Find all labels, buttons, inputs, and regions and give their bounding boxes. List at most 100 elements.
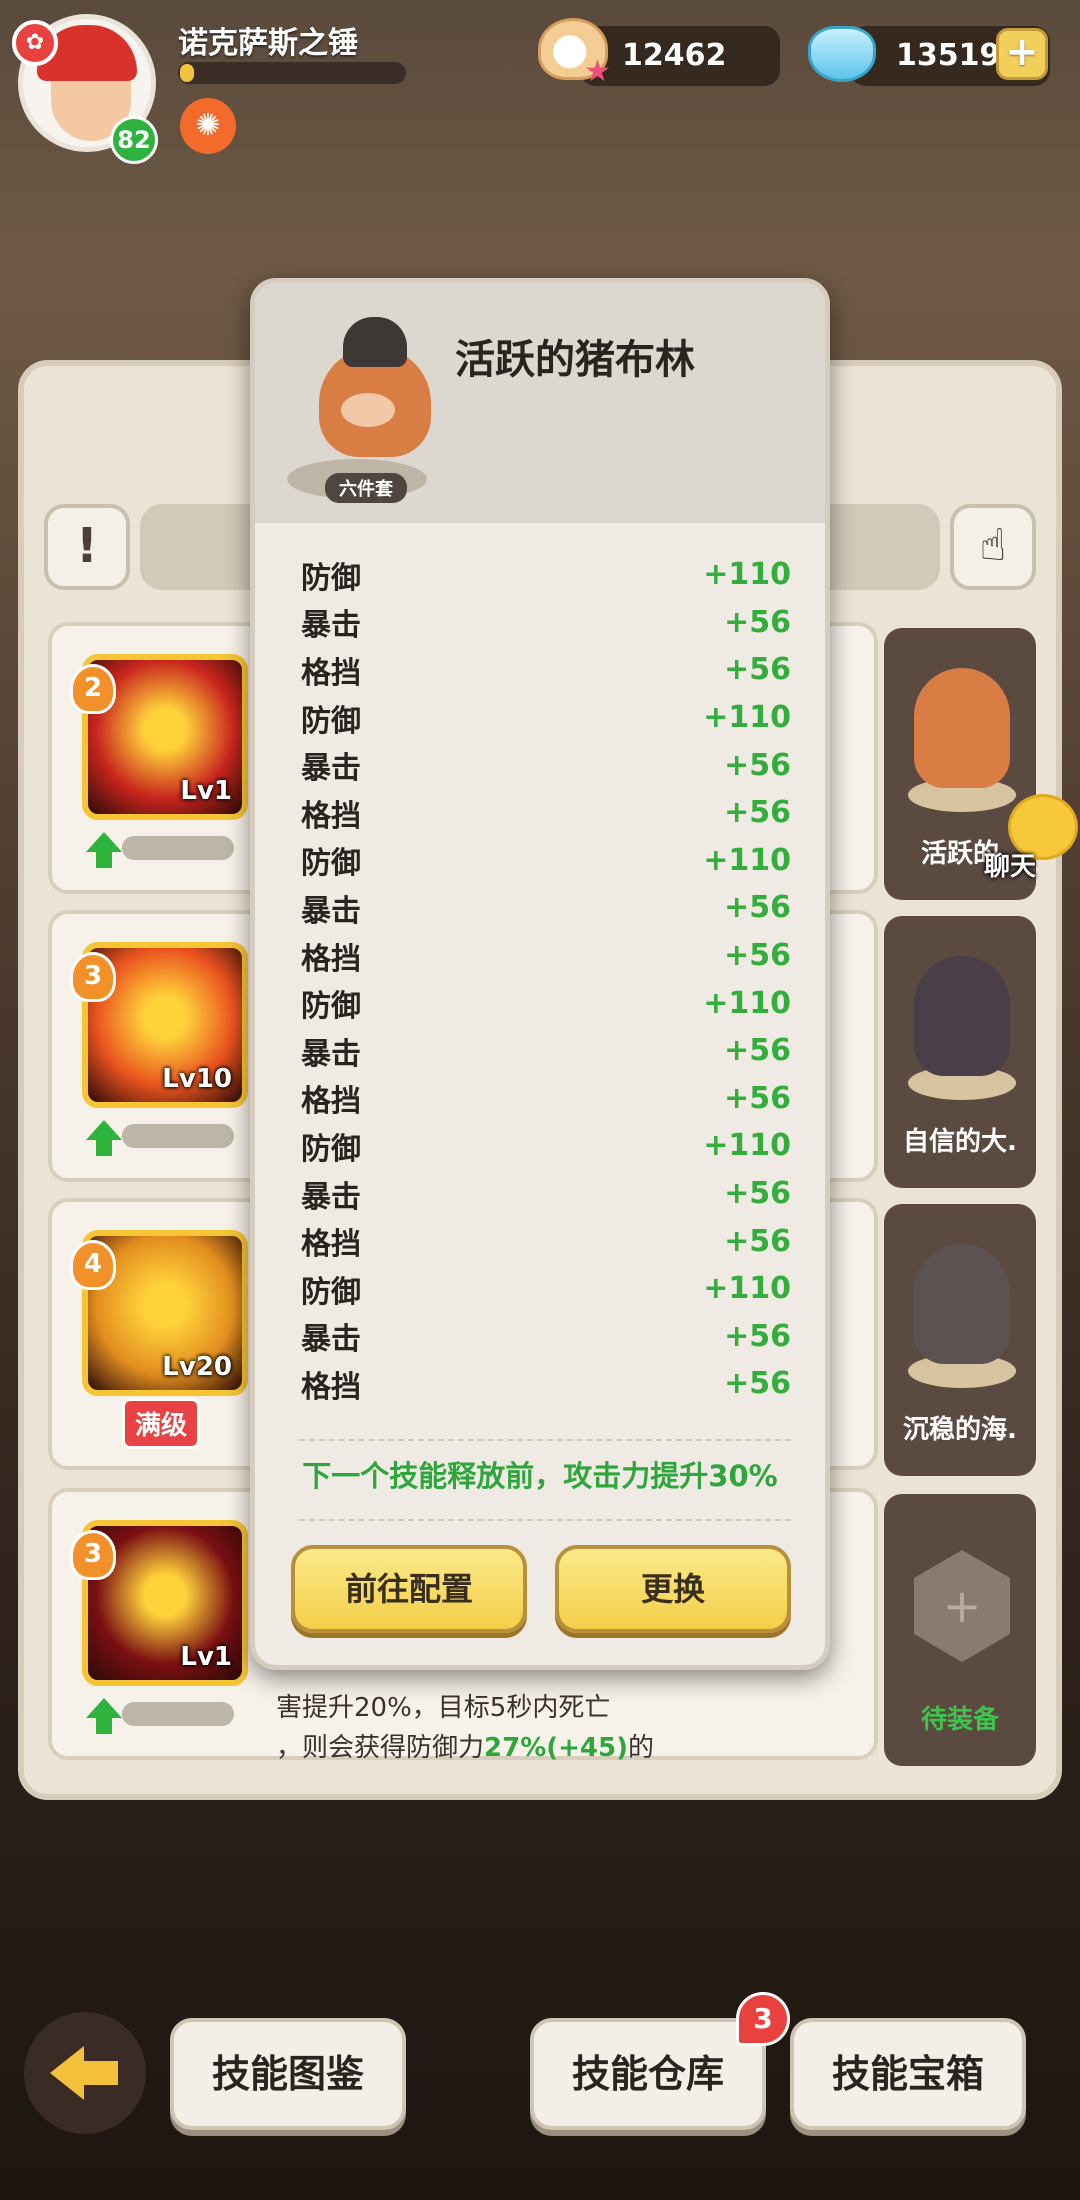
stat-name: 防御 xyxy=(301,1274,361,1310)
stat-value: +110 xyxy=(703,985,791,1021)
skill-storage-button[interactable]: 技能仓库 xyxy=(530,2018,766,2130)
max-level-tag: 满级 xyxy=(122,1398,201,1449)
hand-pointer-icon[interactable]: ☝ xyxy=(950,504,1036,590)
stat-name: 暴击 xyxy=(301,751,361,787)
stat-value: +56 xyxy=(724,652,791,688)
divider xyxy=(299,1439,791,1441)
stat-value: +56 xyxy=(724,747,791,783)
crystal-amount: 13519 xyxy=(896,38,1001,73)
xp-bar xyxy=(178,62,406,84)
skill-rank-badge: 3 xyxy=(70,952,116,1002)
boar-goblin-icon xyxy=(305,317,445,467)
stat-name: 格挡 xyxy=(301,655,361,691)
walrus-monster-icon xyxy=(914,1244,1010,1364)
equipment-slot[interactable]: 沉稳的海. xyxy=(884,1204,1036,1476)
stat-name: 格挡 xyxy=(301,1369,361,1405)
stat-name: 格挡 xyxy=(301,1084,361,1120)
starfish-icon: ★ xyxy=(584,54,611,89)
back-arrow-icon xyxy=(50,2046,118,2100)
stat-value: +110 xyxy=(703,1128,791,1164)
player-name: 诺克萨斯之锤 xyxy=(178,26,358,61)
skill-progress-bar xyxy=(122,1702,234,1726)
player-level-badge: 82 xyxy=(110,116,158,164)
stat-name: 防御 xyxy=(301,846,361,882)
stat-value: +56 xyxy=(724,795,791,831)
stat-row: 格挡 +56 xyxy=(301,1360,791,1408)
equipment-slot[interactable]: 自信的大. xyxy=(884,916,1036,1188)
set-effect-text: 下一个技能释放前，攻击力提升30% xyxy=(302,1459,778,1493)
stat-row: 暴击 +56 xyxy=(301,741,791,789)
pearl-amount: 12462 xyxy=(622,38,727,73)
skill-description: 害提升20%，目标5秒内死亡 ，则会获得防御力27%(+45)的 xyxy=(276,1688,654,1768)
stat-row: 格挡 +56 xyxy=(301,1075,791,1123)
skill-level: Lv10 xyxy=(162,1064,232,1094)
stat-value: +56 xyxy=(724,604,791,640)
back-button[interactable] xyxy=(24,2012,146,2134)
skill-progress-bar xyxy=(122,836,234,860)
skill-level: Lv1 xyxy=(180,776,232,806)
stat-name: 防御 xyxy=(301,560,361,596)
stat-row: 暴击 +56 xyxy=(301,1170,791,1218)
stat-name: 暴击 xyxy=(301,1179,361,1215)
stat-name: 暴击 xyxy=(301,893,361,929)
equipment-name: 自信的大. xyxy=(903,1127,1017,1157)
stat-value: +56 xyxy=(724,890,791,926)
skill-rank-badge: 2 xyxy=(70,664,116,714)
stat-value: +56 xyxy=(724,938,791,974)
set-tag: 六件套 xyxy=(325,473,407,503)
boar-monster-icon xyxy=(914,668,1010,788)
crystal-icon xyxy=(808,26,876,82)
stat-value: +110 xyxy=(703,842,791,878)
stat-row: 格挡 +56 xyxy=(301,646,791,694)
stat-row: 暴击 +56 xyxy=(301,884,791,932)
info-button[interactable]: ! xyxy=(44,504,130,590)
stat-value: +56 xyxy=(724,1223,791,1259)
stat-row: 格挡 +56 xyxy=(301,1217,791,1265)
upgrade-arrow-icon xyxy=(86,1698,122,1734)
equipment-name: 沉稳的海. xyxy=(903,1415,1017,1445)
stat-row: 防御 +110 xyxy=(301,694,791,742)
stat-name: 格挡 xyxy=(301,1227,361,1263)
stat-name: 防御 xyxy=(301,703,361,739)
skill-chest-button[interactable]: 技能宝箱 xyxy=(790,2018,1026,2130)
stat-value: +56 xyxy=(724,1318,791,1354)
stat-name: 暴击 xyxy=(301,608,361,644)
stat-row: 暴击 +56 xyxy=(301,1313,791,1361)
stat-row: 防御 +110 xyxy=(301,979,791,1027)
stat-row: 暴击 +56 xyxy=(301,599,791,647)
stat-row: 格挡 +56 xyxy=(301,932,791,980)
xp-bar-fill xyxy=(180,64,194,82)
configure-button[interactable]: 前往配置 xyxy=(291,1545,527,1633)
stat-row: 防御 +110 xyxy=(301,1122,791,1170)
tooltip-title: 活跃的猪布林 xyxy=(455,337,695,383)
add-currency-button[interactable]: + xyxy=(996,28,1048,80)
stat-row: 防御 +110 xyxy=(301,1265,791,1313)
upgrade-arrow-icon xyxy=(86,1120,122,1156)
stat-row: 防御 +110 xyxy=(301,837,791,885)
skill-codex-button[interactable]: 技能图鉴 xyxy=(170,2018,406,2130)
chat-button[interactable]: 聊天 xyxy=(984,794,1080,894)
notification-icon[interactable]: ✿ xyxy=(12,20,58,66)
chat-label: 聊天 xyxy=(984,852,1037,882)
stat-value: +110 xyxy=(703,557,791,593)
upgrade-arrow-icon xyxy=(86,832,122,868)
goat-monster-icon xyxy=(914,956,1010,1076)
equipment-slot-empty[interactable]: + 待装备 xyxy=(884,1494,1036,1766)
stat-name: 防御 xyxy=(301,1131,361,1167)
replace-button[interactable]: 更换 xyxy=(555,1545,791,1633)
add-slot-icon: + xyxy=(914,1550,1010,1662)
stat-value: +56 xyxy=(724,1176,791,1212)
tooltip-header: 六件套 活跃的猪布林 xyxy=(255,283,825,523)
stat-value: +56 xyxy=(724,1080,791,1116)
guild-badge-icon[interactable]: ✺ xyxy=(180,98,236,154)
stat-name: 暴击 xyxy=(301,1036,361,1072)
stat-list: 防御 +110 暴击 +56 格挡 +56 防御 +110 暴击 +56 格挡 +56 防御 +110 暴击… xyxy=(301,551,791,1408)
skill-rank-badge: 3 xyxy=(70,1530,116,1580)
stat-value: +110 xyxy=(703,700,791,736)
stat-value: +110 xyxy=(703,1271,791,1307)
stat-value: +56 xyxy=(724,1366,791,1402)
divider xyxy=(299,1519,791,1521)
stat-name: 格挡 xyxy=(301,941,361,977)
skill-description-line: ，则会获得防御力27%(+45)的 xyxy=(276,1733,654,1763)
stat-row: 防御 +110 xyxy=(301,551,791,599)
